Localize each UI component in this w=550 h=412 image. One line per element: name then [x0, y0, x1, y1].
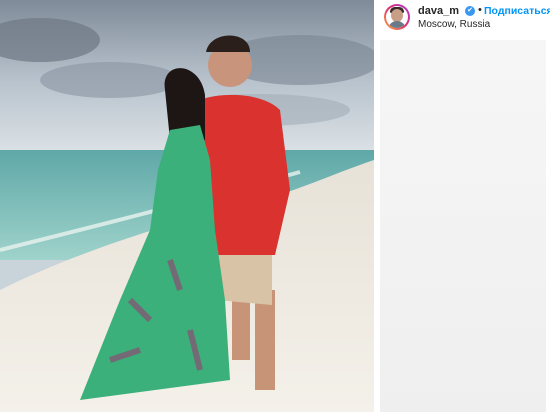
post-sidebar: dava_m ✔ • Подписаться Moscow, Russia — [374, 0, 550, 412]
beach-photo-image — [0, 0, 374, 412]
post-photo[interactable] — [0, 0, 374, 412]
follow-button[interactable]: Подписаться — [484, 5, 550, 17]
avatar-shirt — [388, 21, 406, 28]
comments-area — [380, 40, 546, 412]
avatar-image — [386, 6, 408, 28]
verified-badge-icon: ✔ — [465, 6, 475, 16]
location-link[interactable]: Moscow, Russia — [418, 19, 490, 30]
post-header: dava_m ✔ • Подписаться Moscow, Russia — [374, 0, 550, 36]
separator-dot: • — [478, 4, 482, 16]
username-link[interactable]: dava_m — [418, 5, 459, 17]
profile-avatar[interactable] — [384, 4, 410, 30]
